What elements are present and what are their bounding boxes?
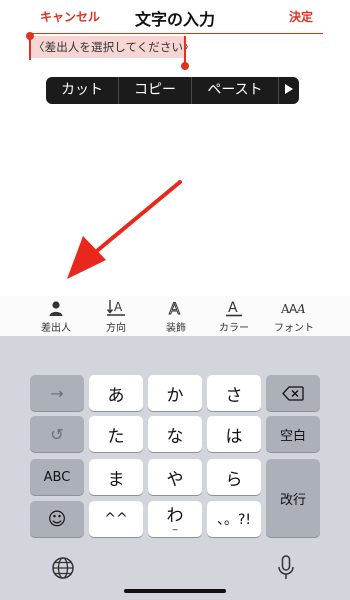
toolbar-item-color[interactable]: A カラー	[204, 296, 264, 336]
toolbar-item-direction[interactable]: A 方向	[86, 296, 146, 336]
font-icon: A A A	[264, 299, 324, 317]
toolbar-item-font[interactable]: A A A フォント	[264, 296, 324, 336]
key-ta[interactable]: た	[89, 416, 143, 452]
key-punctuation[interactable]: 、。?!	[207, 501, 261, 537]
key-wa[interactable]: わ _	[148, 501, 202, 537]
key-ya[interactable]: や	[148, 459, 202, 495]
key-kaomoji[interactable]: ^^	[89, 501, 143, 537]
key-ka[interactable]: か	[148, 375, 202, 411]
key-a[interactable]: あ	[89, 375, 143, 411]
abc-key[interactable]: ABC	[30, 459, 84, 495]
toolbar-label: 方向	[106, 323, 126, 334]
toolbar-item-sender[interactable]: 差出人	[26, 296, 86, 336]
toolbar-label: 差出人	[41, 323, 71, 334]
svg-text:A: A	[228, 300, 238, 316]
key-sa[interactable]: さ	[207, 375, 261, 411]
svg-text:A: A	[296, 302, 306, 316]
key-na[interactable]: な	[148, 416, 202, 452]
person-icon	[26, 299, 86, 317]
microphone-icon	[278, 555, 294, 579]
key-wa-sub: _	[172, 520, 178, 531]
svg-text:A: A	[114, 300, 123, 314]
toolbar-label: 装飾	[166, 323, 186, 334]
dictation-key[interactable]	[277, 555, 295, 581]
toolbar-label: カラー	[219, 323, 249, 334]
home-indicator	[124, 589, 226, 593]
svg-text:A: A	[169, 299, 180, 317]
globe-key[interactable]	[51, 556, 75, 580]
cursor-forward-key[interactable]: →	[30, 375, 84, 411]
key-ma[interactable]: ま	[89, 459, 143, 495]
key-ha[interactable]: は	[207, 416, 261, 452]
toolbar-label: フォント	[274, 323, 314, 334]
toolbar-item-decoration[interactable]: A 装飾	[146, 296, 206, 336]
return-key[interactable]: 改行	[266, 459, 320, 537]
key-ra[interactable]: ら	[207, 459, 261, 495]
text-outline-icon: A	[146, 299, 206, 317]
undo-key[interactable]: ↺	[30, 416, 84, 452]
globe-icon	[52, 557, 74, 579]
text-direction-icon: A	[86, 299, 146, 317]
space-key[interactable]: 空白	[266, 416, 320, 452]
delete-icon	[282, 385, 304, 401]
emoji-key[interactable]: ☺	[30, 501, 84, 537]
style-toolbar: 差出人 A 方向 A 装飾 A カラー A A A フォント	[0, 296, 350, 336]
delete-key[interactable]	[266, 375, 320, 411]
text-color-icon: A	[204, 299, 264, 317]
